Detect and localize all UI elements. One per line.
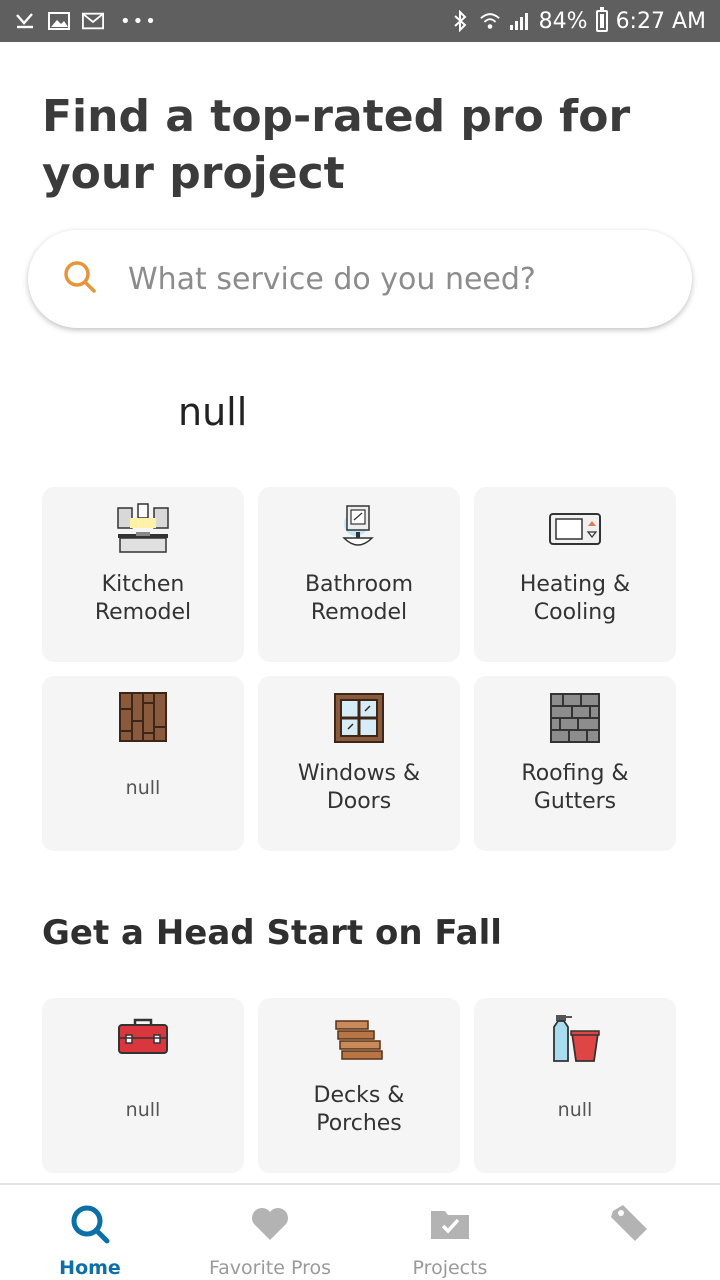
battery-percent: 84%	[538, 8, 588, 34]
folder-check-icon	[429, 1203, 471, 1249]
search-bar[interactable]	[28, 230, 692, 328]
bottom-navigation: Home Favorite Pros Projects	[0, 1183, 720, 1280]
section-heading-fall: Get a Head Start on Fall	[42, 913, 502, 953]
service-tile-roofing-gutters[interactable]: Roofing & Gutters	[474, 676, 676, 851]
nav-label: Home	[59, 1257, 121, 1279]
gmail-icon	[82, 11, 104, 31]
nav-deals[interactable]	[540, 1185, 720, 1280]
cleaning-icon	[547, 1012, 603, 1068]
clock: 6:27 AM	[615, 8, 706, 34]
service-tile-label: Decks & Porches	[313, 1083, 405, 1136]
wifi-icon	[479, 11, 501, 31]
service-tile-label: Heating & Cooling	[519, 572, 631, 625]
service-tile-handyman[interactable]: null	[42, 998, 244, 1173]
service-tile-cleaning[interactable]: null	[474, 998, 676, 1173]
heart-icon	[249, 1203, 291, 1249]
service-tile-decks-porches[interactable]: Decks & Porches	[258, 998, 460, 1173]
search-icon	[62, 259, 98, 299]
section-title: null	[178, 390, 248, 434]
service-tile-label: null	[125, 777, 161, 799]
status-bar: ••• 84% 6:27 AM	[0, 0, 720, 42]
image-icon	[48, 11, 70, 31]
thermostat-icon	[547, 501, 603, 557]
nav-home[interactable]: Home	[0, 1185, 180, 1280]
bathroom-icon	[331, 501, 387, 557]
roof-icon	[547, 690, 603, 746]
service-tile-label: Kitchen Remodel	[94, 572, 192, 625]
search-input[interactable]	[128, 261, 648, 297]
search-icon	[69, 1203, 111, 1249]
toolbox-icon	[115, 1012, 171, 1068]
service-tile-bathroom[interactable]: Bathroom Remodel	[258, 487, 460, 662]
more-notifications-icon: •••	[120, 10, 158, 32]
popular-services-grid: Kitchen Remodel Bathroom Remodel Heating…	[42, 487, 676, 851]
service-tile-flooring[interactable]: null	[42, 676, 244, 851]
kitchen-icon	[115, 501, 171, 557]
nav-favorite-pros[interactable]: Favorite Pros	[180, 1185, 360, 1280]
page-title: Find a top-rated pro for your project	[42, 91, 631, 199]
service-tile-label: null	[125, 1099, 161, 1121]
bluetooth-icon	[449, 10, 471, 32]
service-tile-kitchen[interactable]: Kitchen Remodel	[42, 487, 244, 662]
tag-icon	[609, 1203, 651, 1249]
fall-services-grid: null Decks & Porches null	[42, 998, 676, 1173]
service-tile-windows-doors[interactable]: Windows & Doors	[258, 676, 460, 851]
missed-call-icon	[14, 11, 36, 31]
nav-projects[interactable]: Projects	[360, 1185, 540, 1280]
nav-label: Favorite Pros	[208, 1257, 331, 1279]
service-tile-label: Bathroom Remodel	[304, 572, 414, 625]
service-tile-label: Windows & Doors	[297, 761, 421, 814]
signal-icon	[509, 11, 531, 31]
nav-label: Projects	[412, 1257, 488, 1279]
service-tile-label: Roofing & Gutters	[521, 761, 629, 814]
wood-floor-icon	[115, 690, 171, 746]
service-tile-heating-cooling[interactable]: Heating & Cooling	[474, 487, 676, 662]
battery-icon	[595, 7, 608, 32]
deck-icon	[331, 1012, 387, 1068]
window-icon	[331, 690, 387, 746]
service-tile-label: null	[557, 1099, 593, 1121]
